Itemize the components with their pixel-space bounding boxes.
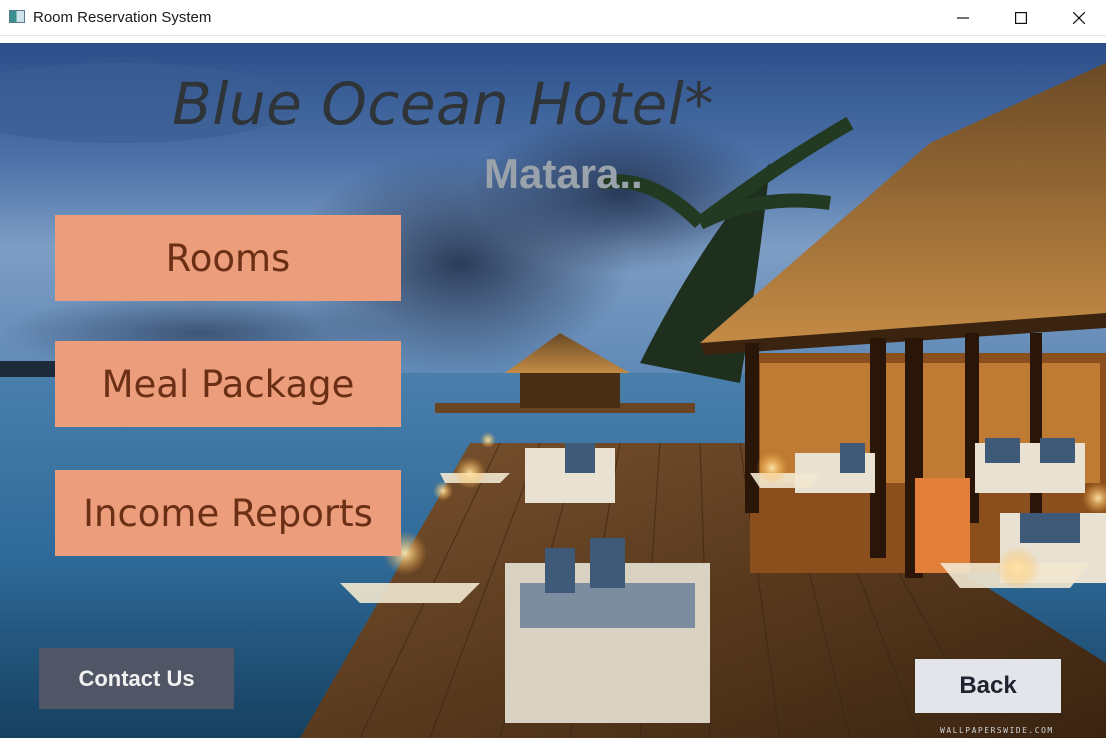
contact-us-button[interactable]: Contact Us — [39, 648, 234, 709]
hotel-background-image: Blue Ocean Hotel* Matara.. Rooms Meal Pa… — [0, 43, 1106, 738]
rooms-button-label: Rooms — [165, 236, 291, 280]
rooms-button[interactable]: Rooms — [55, 215, 401, 301]
wallpaper-watermark: WALLPAPERSWIDE.COM — [940, 726, 1054, 735]
maximize-icon — [1015, 11, 1027, 24]
app-window: Room Reservation System Blue Ocean Hotel… — [0, 0, 1106, 738]
window-title: Room Reservation System — [33, 9, 212, 26]
hotel-location-subtitle: Matara.. — [484, 150, 643, 197]
contact-us-button-label: Contact Us — [78, 665, 195, 691]
back-button-label: Back — [959, 672, 1017, 699]
close-button[interactable] — [1056, 0, 1102, 35]
back-button[interactable]: Back — [915, 659, 1061, 713]
close-icon — [1073, 11, 1085, 24]
minimize-button[interactable] — [940, 0, 986, 35]
title-bar[interactable]: Room Reservation System — [0, 0, 1106, 36]
maximize-button[interactable] — [998, 0, 1044, 35]
hotel-name-heading: Blue Ocean Hotel* — [172, 70, 714, 138]
income-reports-button[interactable]: Income Reports — [55, 470, 401, 556]
app-icon — [9, 10, 25, 23]
meal-package-button-label: Meal Package — [101, 362, 355, 406]
minimize-icon — [957, 16, 969, 19]
income-reports-button-label: Income Reports — [83, 491, 373, 535]
meal-package-button[interactable]: Meal Package — [55, 341, 401, 427]
